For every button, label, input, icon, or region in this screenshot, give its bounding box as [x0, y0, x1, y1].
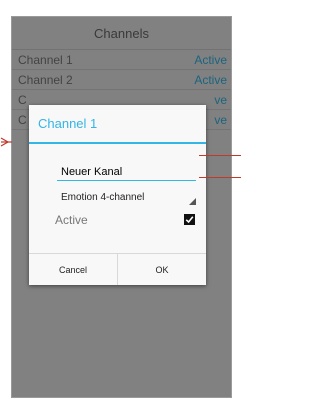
active-row: Active	[55, 211, 195, 228]
callout-line-type	[199, 177, 241, 178]
channel-type-value: Emotion 4-channel	[61, 192, 145, 203]
channel-dialog: Channel 1 Emotion 4-channel Active Cance…	[29, 105, 206, 285]
active-label: Active	[55, 212, 88, 227]
device-screen: Channels Channel 1 Active Channel 2 Acti…	[11, 16, 232, 398]
dialog-title: Channel 1	[29, 105, 206, 144]
cancel-button[interactable]: Cancel	[29, 254, 117, 285]
dialog-button-bar: Cancel OK	[29, 253, 206, 285]
channel-type-spinner[interactable]: Emotion 4-channel	[57, 189, 196, 206]
callout-arrow-icon	[0, 137, 12, 147]
callout-line-name	[199, 155, 241, 156]
channel-name-input[interactable]	[57, 164, 196, 181]
spinner-corner-icon	[189, 198, 196, 205]
ok-button[interactable]: OK	[117, 254, 206, 285]
active-checkbox[interactable]	[184, 214, 195, 225]
checkmark-icon	[185, 216, 194, 224]
